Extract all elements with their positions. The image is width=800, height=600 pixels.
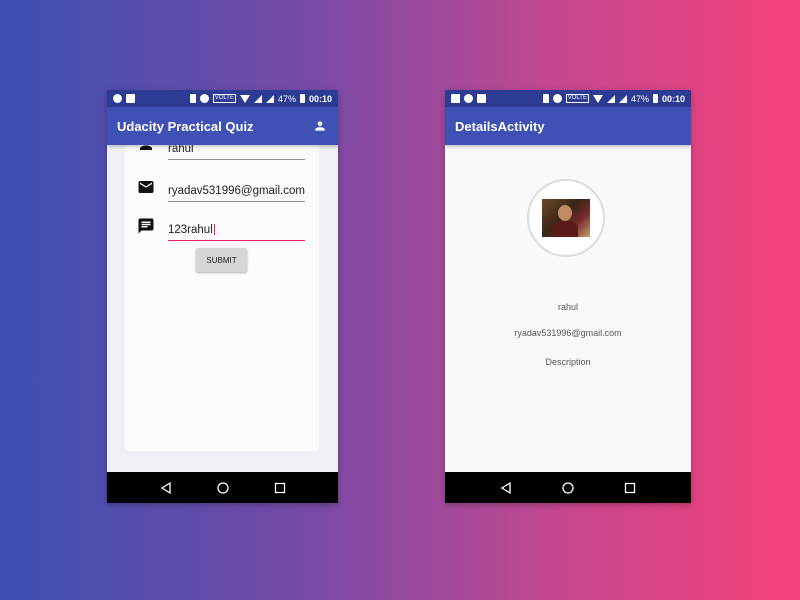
status-bar-notifications [451,94,486,103]
recents-icon[interactable] [270,478,290,498]
photo-body [552,221,578,237]
phone-main-activity: VOLTE 47% 00:10 Udacity Practical Quiz r… [107,90,338,503]
status-bar: VOLTE 47% 00:10 [107,90,338,107]
text-cursor [213,224,215,236]
detail-name: rahul [557,302,578,312]
person-icon[interactable] [312,118,328,134]
alarm-icon [552,94,562,103]
message-icon [137,217,155,235]
battery-icon [652,94,658,103]
message-row: 123rahul [125,215,319,241]
message-field[interactable]: 123rahul [168,222,305,241]
whatsapp-icon [464,94,473,103]
back-icon[interactable] [156,478,176,498]
detail-email: ryadav531996@gmail.com [514,328,622,338]
message-value: 123rahul [168,224,213,236]
recents-icon[interactable] [620,478,640,498]
details-content: rahul ryadav531996@gmail.com Description [445,145,691,503]
volte-badge: VOLTE [565,94,589,103]
email-icon [137,178,155,196]
battery-icon [299,94,305,103]
signal-icon [253,94,262,103]
app-bar: DetailsActivity [445,107,691,145]
avatar [527,179,605,257]
home-icon[interactable] [558,478,578,498]
profile-photo [542,199,590,237]
whatsapp-icon [113,94,122,103]
submit-button[interactable]: SUBMIT [196,248,247,272]
app-title: DetailsActivity [455,118,545,134]
photo-face [558,205,572,221]
volte-badge: VOLTE [212,94,236,103]
home-icon[interactable] [213,478,233,498]
battery-percent: 47% [277,93,296,104]
android-icon [477,94,486,103]
app-bar: Udacity Practical Quiz [107,107,338,145]
app-title: Udacity Practical Quiz [117,118,254,134]
status-bar-notifications [113,94,135,103]
screen: VOLTE 47% 00:10 DetailsActivity rahul ry… [445,90,691,503]
vibrate-icon [189,94,196,103]
status-bar-system: VOLTE 47% 00:10 [542,93,685,104]
alarm-icon [199,94,209,103]
battery-percent: 47% [630,93,649,104]
android-icon [126,94,135,103]
email-row: ryadav531996@gmail.com [125,176,319,202]
vibrate-icon [542,94,549,103]
status-time: 00:10 [308,93,332,104]
status-bar: VOLTE 47% 00:10 [445,90,691,107]
main-content: rahul ryadav531996@gmail.com 123rahul SU… [107,138,338,503]
email-field[interactable]: ryadav531996@gmail.com [168,183,305,202]
signal-2-icon [618,94,627,103]
nav-bar [445,472,691,503]
status-time: 00:10 [661,93,685,104]
phone-details-activity: VOLTE 47% 00:10 DetailsActivity rahul ry… [445,90,691,503]
status-bar-system: VOLTE 47% 00:10 [189,93,332,104]
screen: VOLTE 47% 00:10 Udacity Practical Quiz r… [107,90,338,503]
back-icon[interactable] [496,478,516,498]
signal-icon [606,94,615,103]
form-card: rahul ryadav531996@gmail.com 123rahul SU… [125,138,319,451]
wifi-icon [592,94,603,103]
signal-2-icon [265,94,274,103]
wifi-icon [239,94,250,103]
image-icon [451,94,460,103]
nav-bar [107,472,338,503]
detail-description: Description [545,357,591,367]
